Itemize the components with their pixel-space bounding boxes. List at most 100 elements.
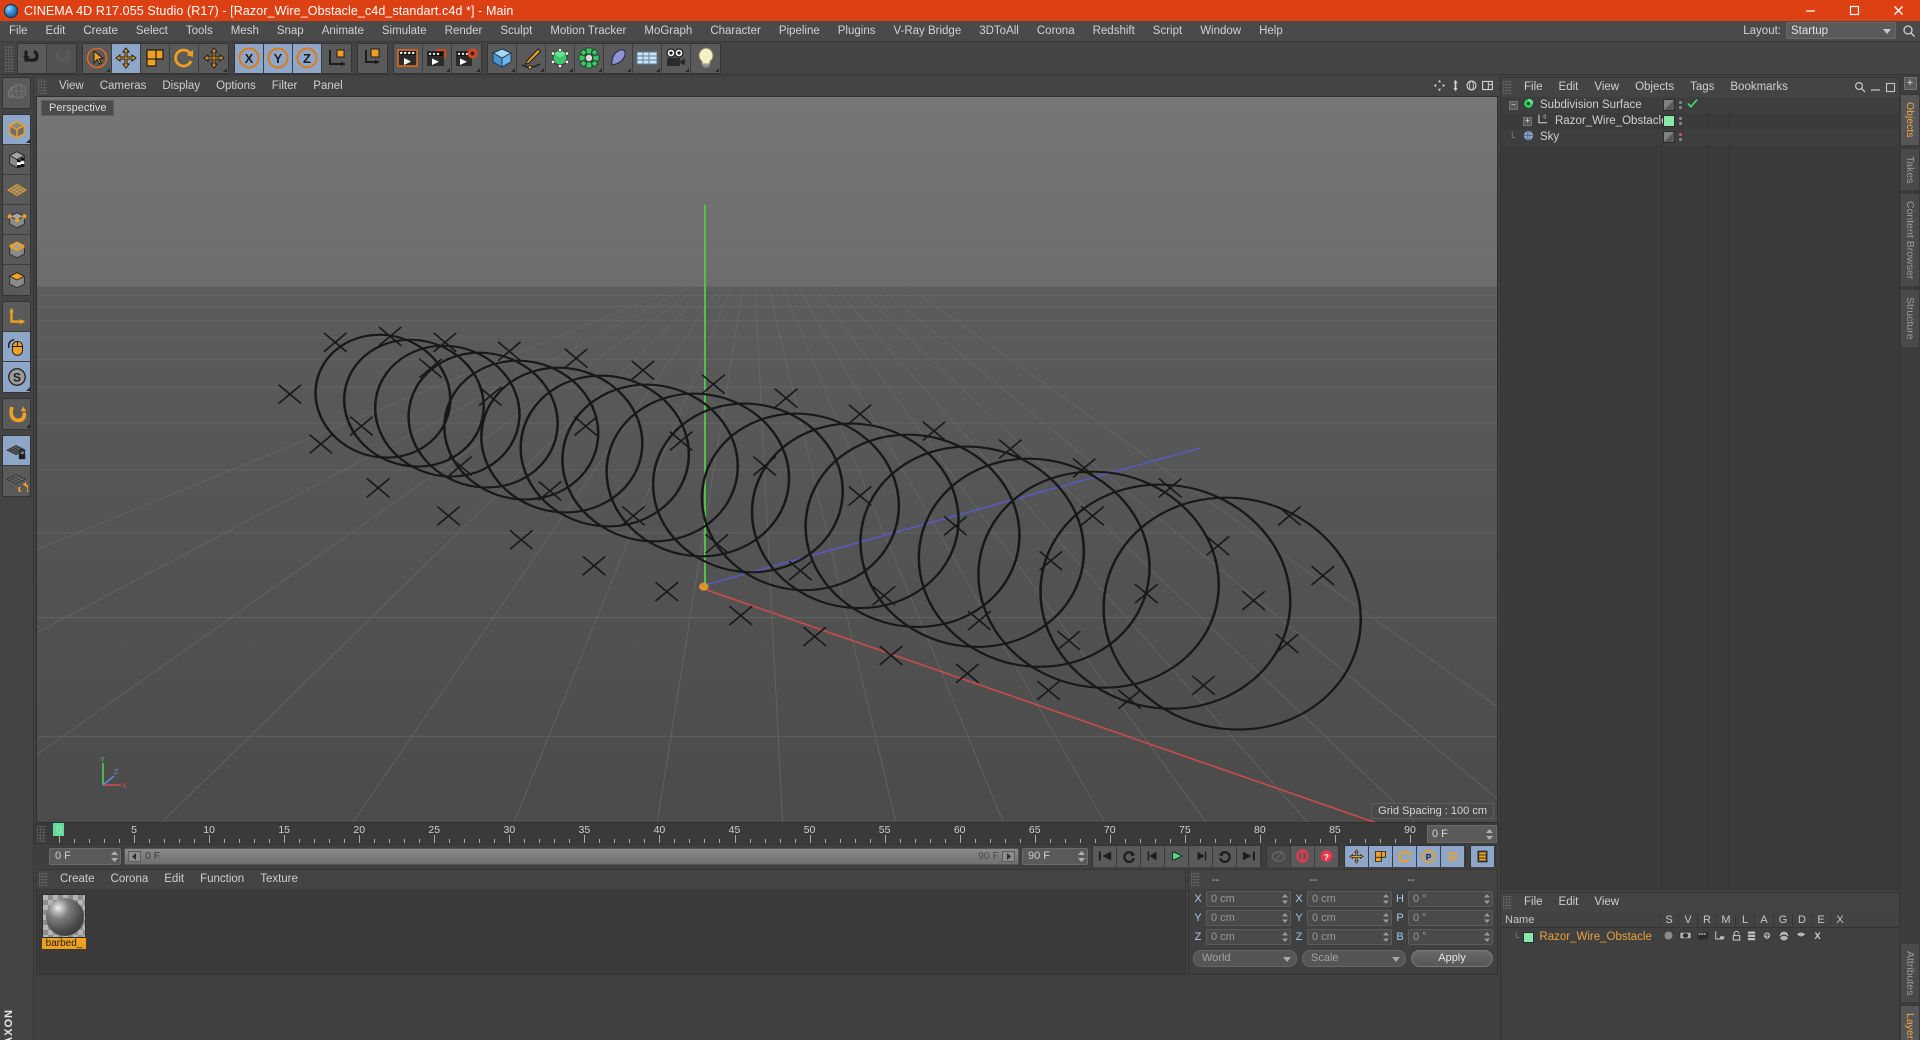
add-panel-icon[interactable]: + bbox=[1903, 77, 1917, 90]
edge-tab-attributes[interactable]: Attributes bbox=[1900, 943, 1920, 1004]
coord-size-x-input[interactable]: 0 cm bbox=[1307, 891, 1392, 907]
attrman-menu-view[interactable]: View bbox=[1586, 893, 1627, 912]
menu-create[interactable]: Create bbox=[74, 21, 127, 42]
viewport-menu-view[interactable]: View bbox=[51, 77, 92, 96]
viewport-menu-cameras[interactable]: Cameras bbox=[92, 77, 155, 96]
render-settings-icon[interactable] bbox=[452, 43, 481, 73]
scale-tool-icon[interactable] bbox=[141, 43, 170, 73]
edge-tab-takes[interactable]: Takes bbox=[1900, 147, 1920, 192]
record-auto-icon[interactable] bbox=[1267, 845, 1291, 867]
objman-menu-objects[interactable]: Objects bbox=[1627, 78, 1682, 97]
coord-pos-z-input[interactable]: 0 cm bbox=[1206, 929, 1291, 945]
enabled-check-icon[interactable] bbox=[1687, 98, 1698, 112]
menu-script[interactable]: Script bbox=[1144, 21, 1191, 42]
rotate-icon[interactable] bbox=[1465, 79, 1478, 95]
floor-environment-icon[interactable] bbox=[633, 43, 662, 73]
max-frame-field[interactable]: 90 F bbox=[1022, 847, 1088, 865]
step-back-key-icon[interactable] bbox=[1117, 845, 1141, 867]
col-s[interactable]: S bbox=[1659, 913, 1678, 926]
edge-mode-icon[interactable] bbox=[3, 235, 30, 265]
material-tag-icon[interactable] bbox=[1663, 115, 1675, 127]
maximize-panel-icon[interactable] bbox=[1885, 82, 1896, 96]
position-key-icon[interactable] bbox=[1345, 845, 1369, 867]
menu-plugins[interactable]: Plugins bbox=[829, 21, 885, 42]
timeline-ruler[interactable]: 0 5 10 15 20 25 30 35 40 45 50 55 60 65 70 75 80 85 90 bbox=[49, 823, 1424, 845]
col-v[interactable]: V bbox=[1678, 913, 1697, 926]
visibility-dots-icon[interactable] bbox=[1679, 101, 1682, 109]
scale-mode-dropdown[interactable]: Scale bbox=[1302, 950, 1406, 967]
close-icon[interactable] bbox=[1876, 0, 1920, 21]
col-m[interactable]: M bbox=[1716, 913, 1735, 926]
viewport-grip[interactable] bbox=[38, 79, 47, 94]
col-g[interactable]: G bbox=[1773, 913, 1792, 926]
layout-dropdown[interactable]: Startup bbox=[1786, 22, 1896, 39]
menu-window[interactable]: Window bbox=[1191, 21, 1250, 42]
menu-mesh[interactable]: Mesh bbox=[222, 21, 268, 42]
matman-menu-corona[interactable]: Corona bbox=[103, 870, 157, 889]
col-l[interactable]: L bbox=[1735, 913, 1754, 926]
objman-menu-view[interactable]: View bbox=[1586, 78, 1627, 97]
workplane-rotate-icon[interactable] bbox=[3, 466, 30, 496]
search-icon[interactable] bbox=[1854, 81, 1866, 96]
undo-view-icon[interactable] bbox=[3, 78, 30, 108]
step-forward-frame-icon[interactable] bbox=[1189, 845, 1213, 867]
edge-tab-structure[interactable]: Structure bbox=[1900, 289, 1920, 348]
record-keyframe-icon[interactable] bbox=[1291, 845, 1315, 867]
coord-size-y-input[interactable]: 0 cm bbox=[1307, 910, 1392, 926]
matman-menu-texture[interactable]: Texture bbox=[252, 870, 306, 889]
col-e[interactable]: E bbox=[1811, 913, 1830, 926]
play-icon[interactable] bbox=[1165, 845, 1189, 867]
apply-button[interactable]: Apply bbox=[1411, 950, 1493, 967]
zoom-icon[interactable] bbox=[1449, 79, 1462, 95]
redo-icon[interactable] bbox=[47, 43, 76, 73]
edge-tab-objects[interactable]: Objects bbox=[1900, 94, 1920, 146]
viewport-solo-icon[interactable] bbox=[3, 332, 30, 362]
solo-toggle-icon[interactable] bbox=[1663, 930, 1674, 944]
model-mode-icon[interactable] bbox=[3, 115, 30, 145]
expression-toggle-icon[interactable] bbox=[1795, 931, 1807, 944]
layer-color-swatch[interactable] bbox=[1523, 931, 1535, 943]
spline-pen-icon[interactable] bbox=[517, 43, 546, 73]
material-sphere-preview[interactable] bbox=[42, 894, 86, 938]
perspective-viewport[interactable]: Perspective Grid Spacing : 100 cm Y X Z bbox=[36, 96, 1498, 823]
viewport-menu-display[interactable]: Display bbox=[154, 77, 208, 96]
matman-menu-function[interactable]: Function bbox=[192, 870, 252, 889]
objman-menu-tags[interactable]: Tags bbox=[1682, 78, 1722, 97]
edge-tab-content-browser[interactable]: Content Browser bbox=[1900, 193, 1920, 288]
render-to-picture-viewer-icon[interactable] bbox=[423, 43, 452, 73]
menu-simulate[interactable]: Simulate bbox=[373, 21, 436, 42]
polygon-face-mode-icon[interactable] bbox=[3, 265, 30, 295]
param-key-icon[interactable]: P bbox=[1417, 845, 1441, 867]
viewport-menu-options[interactable]: Options bbox=[208, 77, 264, 96]
col-r[interactable]: R bbox=[1697, 913, 1716, 926]
lock-toggle-icon[interactable] bbox=[1731, 930, 1742, 944]
object-tree[interactable]: − Subdivision Surface + 0 Razor_Wire_Obs… bbox=[1501, 97, 1899, 889]
coord-pos-y-input[interactable]: 0 cm bbox=[1206, 910, 1291, 926]
axis-z-lock-icon[interactable]: Z bbox=[293, 43, 322, 73]
menu-file[interactable]: File bbox=[0, 21, 37, 42]
expand-toggle-icon[interactable]: − bbox=[1509, 100, 1518, 110]
maximize-icon[interactable] bbox=[1832, 0, 1876, 21]
attribute-manager-grip[interactable] bbox=[1503, 896, 1512, 909]
viewport-menu-filter[interactable]: Filter bbox=[264, 77, 306, 96]
matman-menu-create[interactable]: Create bbox=[52, 870, 103, 889]
light-icon[interactable] bbox=[691, 43, 720, 73]
undo-icon[interactable] bbox=[18, 43, 47, 73]
live-selection-icon[interactable] bbox=[83, 43, 112, 73]
object-row-sky[interactable]: └ Sky bbox=[1501, 129, 1899, 145]
menu-render[interactable]: Render bbox=[436, 21, 492, 42]
coordinate-system-dropdown[interactable]: World bbox=[1193, 950, 1297, 967]
material-manager-grip[interactable] bbox=[39, 873, 48, 886]
step-forward-key-icon[interactable] bbox=[1213, 845, 1237, 867]
go-to-start-icon[interactable] bbox=[1093, 845, 1117, 867]
menu-help[interactable]: Help bbox=[1250, 21, 1292, 42]
col-x[interactable]: X bbox=[1830, 913, 1849, 926]
menu-redshift[interactable]: Redshift bbox=[1084, 21, 1144, 42]
coord-rot-p-input[interactable]: 0 ° bbox=[1408, 910, 1493, 926]
objman-menu-file[interactable]: File bbox=[1516, 78, 1551, 97]
timeline-end-field[interactable]: 0 F bbox=[1427, 825, 1497, 843]
texture-mode-icon[interactable] bbox=[3, 145, 30, 175]
scale-snap-icon[interactable]: S bbox=[3, 362, 30, 392]
move-alt-icon[interactable] bbox=[199, 43, 228, 73]
render-toggle-icon[interactable] bbox=[1697, 930, 1709, 944]
